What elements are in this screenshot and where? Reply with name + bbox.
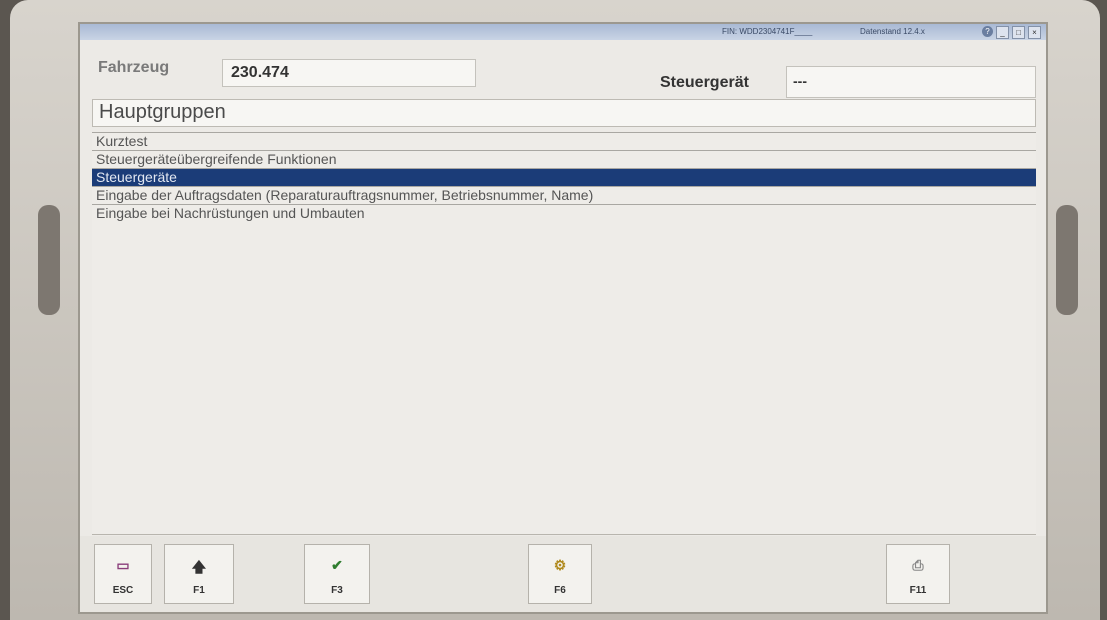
f1-button[interactable]: 🡅 F1: [164, 544, 234, 604]
menu-item-uebergreifende-funktionen[interactable]: Steuergeräteübergreifende Funktionen: [92, 150, 1036, 168]
esc-button[interactable]: ▭ ESC: [94, 544, 152, 604]
esc-key-label: ESC: [112, 585, 134, 596]
steuergeraet-field: ---: [786, 66, 1036, 98]
menu-item-auftragsdaten[interactable]: Eingabe der Auftragsdaten (Reparaturauft…: [92, 186, 1036, 204]
f6-key-label: F6: [554, 585, 566, 596]
f11-key-label: F11: [909, 585, 927, 596]
fin-text: FIN: WDD2304741F____: [722, 27, 813, 36]
f3-key-label: F3: [331, 585, 343, 596]
menu-list: Kurztest Steuergeräteübergreifende Funkt…: [92, 132, 1036, 222]
f6-button[interactable]: ⚙ F6: [528, 544, 592, 604]
help-icon[interactable]: ?: [982, 26, 993, 37]
function-key-toolbar: ▭ ESC 🡅 F1 ✔ F3 ⚙ F6 ⎙ F11: [80, 536, 1046, 612]
group-title: Hauptgruppen: [92, 99, 1036, 127]
steuergeraet-label: Steuergerät: [660, 74, 749, 91]
bezel-hinge-left: [38, 205, 60, 315]
menu-item-steuergeraete[interactable]: Steuergeräte: [92, 168, 1036, 186]
exit-door-icon: ▭: [116, 557, 130, 573]
f1-key-label: F1: [193, 585, 205, 596]
menu-item-kurztest[interactable]: Kurztest: [92, 132, 1036, 150]
checkmark-icon: ✔: [331, 557, 343, 573]
minimize-button[interactable]: _: [996, 26, 1009, 39]
close-button[interactable]: ×: [1028, 26, 1041, 39]
menu-item-nachruestungen[interactable]: Eingabe bei Nachrüstungen und Umbauten: [92, 204, 1036, 222]
fahrzeug-label: Fahrzeug: [98, 59, 170, 76]
title-bar: FIN: WDD2304741F____ Datenstand 12.4.x ?…: [80, 24, 1046, 40]
application-window: FIN: WDD2304741F____ Datenstand 12.4.x ?…: [78, 22, 1048, 614]
tools-icon: ⚙: [553, 557, 567, 573]
f11-button[interactable]: ⎙ F11: [886, 544, 950, 604]
data-status-text: Datenstand 12.4.x: [860, 27, 925, 36]
maximize-button[interactable]: □: [1012, 26, 1025, 39]
fahrzeug-field: 230.474: [222, 59, 476, 87]
bezel-hinge-right: [1056, 205, 1078, 315]
up-arrow-icon: 🡅: [191, 559, 207, 575]
f3-button[interactable]: ✔ F3: [304, 544, 370, 604]
printer-icon: ⎙: [912, 557, 924, 573]
